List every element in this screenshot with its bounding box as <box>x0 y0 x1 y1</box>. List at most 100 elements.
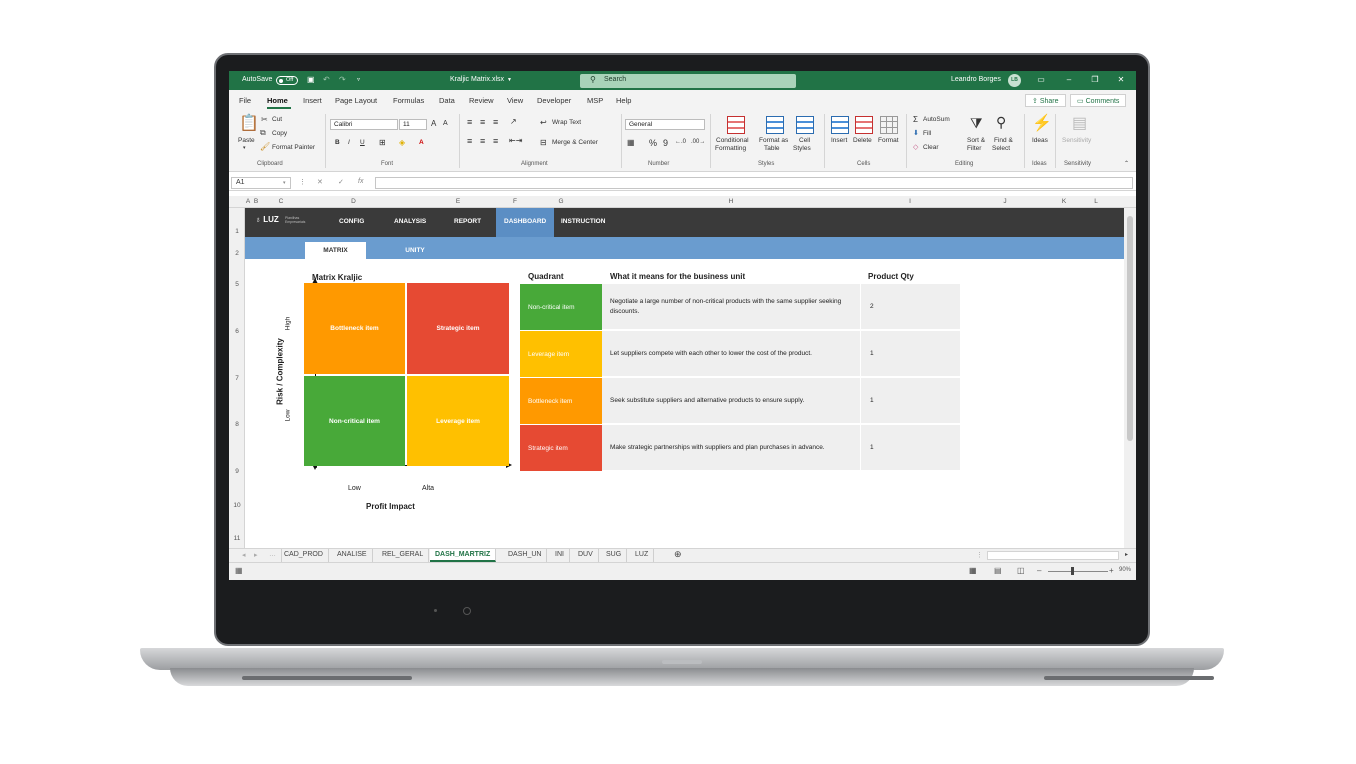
zoom-in-icon[interactable]: + <box>1109 566 1114 575</box>
column-header[interactable]: F <box>510 198 520 205</box>
fill-icon[interactable]: ⬇ <box>913 129 919 137</box>
nav-config[interactable]: CONFIG <box>339 218 364 225</box>
find-select-label-1[interactable]: Find & <box>994 137 1013 144</box>
sheet-tab[interactable]: CAD_PROD <box>279 549 329 562</box>
search-box[interactable]: ⚲ Search <box>580 74 796 88</box>
underline-icon[interactable]: U <box>360 139 365 146</box>
cut-icon[interactable]: ✂ <box>261 115 268 125</box>
merge-center-icon[interactable]: ⊟ <box>540 138 547 147</box>
restore-icon[interactable]: ❐ <box>1089 75 1101 84</box>
autosave-toggle[interactable]: Off <box>276 76 298 85</box>
cell-styles-label-2[interactable]: Styles <box>793 145 811 152</box>
name-box-chevron-icon[interactable]: ▾ <box>283 180 286 186</box>
format-painter-icon[interactable]: 🖌 <box>260 142 270 152</box>
font-size-select[interactable]: 11 <box>399 119 427 130</box>
wrap-text-icon[interactable]: ↩ <box>540 118 547 127</box>
decimal-decrease-icon[interactable]: .00→ <box>691 139 705 145</box>
row-header[interactable]: 6 <box>229 328 245 335</box>
row-header[interactable]: 1 <box>229 228 245 235</box>
merge-center-button[interactable]: Merge & Center <box>552 139 598 146</box>
row-header[interactable]: 7 <box>229 375 245 382</box>
insert-cells-icon[interactable] <box>831 116 849 134</box>
align-top-icon[interactable]: ≡ <box>467 117 472 127</box>
sort-filter-icon[interactable]: ⧩ <box>970 115 983 132</box>
sheet-tab[interactable]: LUZ <box>630 549 655 562</box>
column-header[interactable]: G <box>520 198 602 205</box>
sheet-tab[interactable]: DUV <box>573 549 599 562</box>
tab-page-layout[interactable]: Page Layout <box>335 96 377 105</box>
sheet-tab-active[interactable]: DASH_MARTRIZ <box>430 549 497 562</box>
paste-icon[interactable]: 📋 <box>239 116 259 132</box>
column-header[interactable]: D <box>301 198 406 205</box>
italic-icon[interactable]: I <box>348 139 350 146</box>
subtab-unity[interactable]: UNITY <box>385 242 445 259</box>
file-name-chevron-icon[interactable]: ▼ <box>507 77 512 83</box>
row-header[interactable]: 2 <box>229 250 245 257</box>
zoom-slider-thumb[interactable] <box>1071 567 1074 575</box>
collapse-ribbon-icon[interactable]: ⌃ <box>1124 160 1129 167</box>
sort-filter-label-1[interactable]: Sort & <box>967 137 985 144</box>
format-as-table-label-2[interactable]: Table <box>764 145 780 152</box>
tab-split-handle-icon[interactable]: ⋮ <box>971 549 988 562</box>
tab-help[interactable]: Help <box>616 96 631 105</box>
format-cells-button[interactable]: Format <box>878 137 899 144</box>
file-name[interactable]: Kraljic Matrix.xlsx <box>450 76 504 83</box>
align-center-icon[interactable]: ≡ <box>480 136 485 146</box>
number-format-select[interactable]: General <box>625 119 705 130</box>
undo-icon[interactable]: ↶ <box>323 75 330 84</box>
row-header[interactable]: 9 <box>229 468 245 475</box>
cell-styles-label-1[interactable]: Cell <box>799 137 810 144</box>
fill-button[interactable]: Fill <box>923 130 931 137</box>
insert-function-button[interactable]: fx <box>358 178 363 185</box>
column-header[interactable]: L <box>1078 198 1114 205</box>
clear-icon[interactable]: ◇ <box>913 143 918 151</box>
page-break-view-icon[interactable]: ◫ <box>1017 566 1025 575</box>
formula-bar-menu-icon[interactable]: ⋮ <box>299 178 306 186</box>
tab-view[interactable]: View <box>507 96 523 105</box>
indent-icon[interactable]: ⇤⇥ <box>509 136 522 145</box>
tab-developer[interactable]: Developer <box>537 96 571 105</box>
tab-insert[interactable]: Insert <box>303 96 322 105</box>
normal-view-icon[interactable]: ▦ <box>969 566 977 575</box>
copy-icon[interactable]: ⧉ <box>260 128 266 138</box>
align-left-icon[interactable]: ≡ <box>467 136 472 146</box>
accounting-icon[interactable]: ▦ <box>627 138 635 147</box>
find-select-icon[interactable]: ⚲ <box>996 114 1006 131</box>
conditional-formatting-label-1[interactable]: Conditional <box>716 137 749 144</box>
sheet-tab[interactable]: INI <box>550 549 570 562</box>
zoom-out-icon[interactable]: – <box>1037 566 1041 575</box>
column-header[interactable]: K <box>1050 198 1078 205</box>
conditional-formatting-icon[interactable] <box>727 116 745 134</box>
name-box[interactable]: A1 <box>231 177 291 189</box>
avatar[interactable]: LB <box>1008 74 1021 87</box>
format-cells-icon[interactable] <box>880 116 898 134</box>
sensitivity-icon[interactable]: ▤ <box>1072 113 1087 133</box>
paste-chevron-icon[interactable]: ▾ <box>243 145 246 151</box>
enter-icon[interactable]: ✓ <box>338 178 344 186</box>
scroll-right-icon[interactable]: ▸ <box>1120 549 1133 562</box>
ribbon-display-icon[interactable]: ▭ <box>1035 75 1047 84</box>
sheet-tab[interactable]: SUG <box>601 549 628 562</box>
column-header[interactable]: J <box>960 198 1050 205</box>
tab-review[interactable]: Review <box>469 96 494 105</box>
row-header[interactable]: 5 <box>229 281 245 288</box>
tab-formulas[interactable]: Formulas <box>393 96 424 105</box>
bold-icon[interactable]: B <box>335 139 340 146</box>
sheet-tab[interactable]: DASH_UN <box>503 549 548 562</box>
macro-record-icon[interactable]: ▦ <box>235 566 243 575</box>
cut-button[interactable]: Cut <box>272 116 282 123</box>
decrease-font-icon[interactable]: A <box>443 120 448 127</box>
font-name-select[interactable]: Calibri <box>330 119 398 130</box>
share-button[interactable]: ⇪ Share <box>1025 94 1066 107</box>
column-header[interactable]: I <box>860 198 960 205</box>
zoom-level[interactable]: 90% <box>1119 567 1131 573</box>
tab-data[interactable]: Data <box>439 96 455 105</box>
row-header[interactable]: 11 <box>229 535 245 542</box>
column-header[interactable]: B <box>251 198 261 205</box>
font-color-icon[interactable]: A <box>419 139 424 146</box>
clear-button[interactable]: Clear <box>923 144 939 151</box>
vertical-scrollbar[interactable] <box>1124 208 1136 548</box>
nav-analysis[interactable]: ANALYSIS <box>394 218 426 225</box>
insert-cells-button[interactable]: Insert <box>831 137 847 144</box>
customize-toolbar-icon[interactable]: ▿ <box>357 76 360 83</box>
